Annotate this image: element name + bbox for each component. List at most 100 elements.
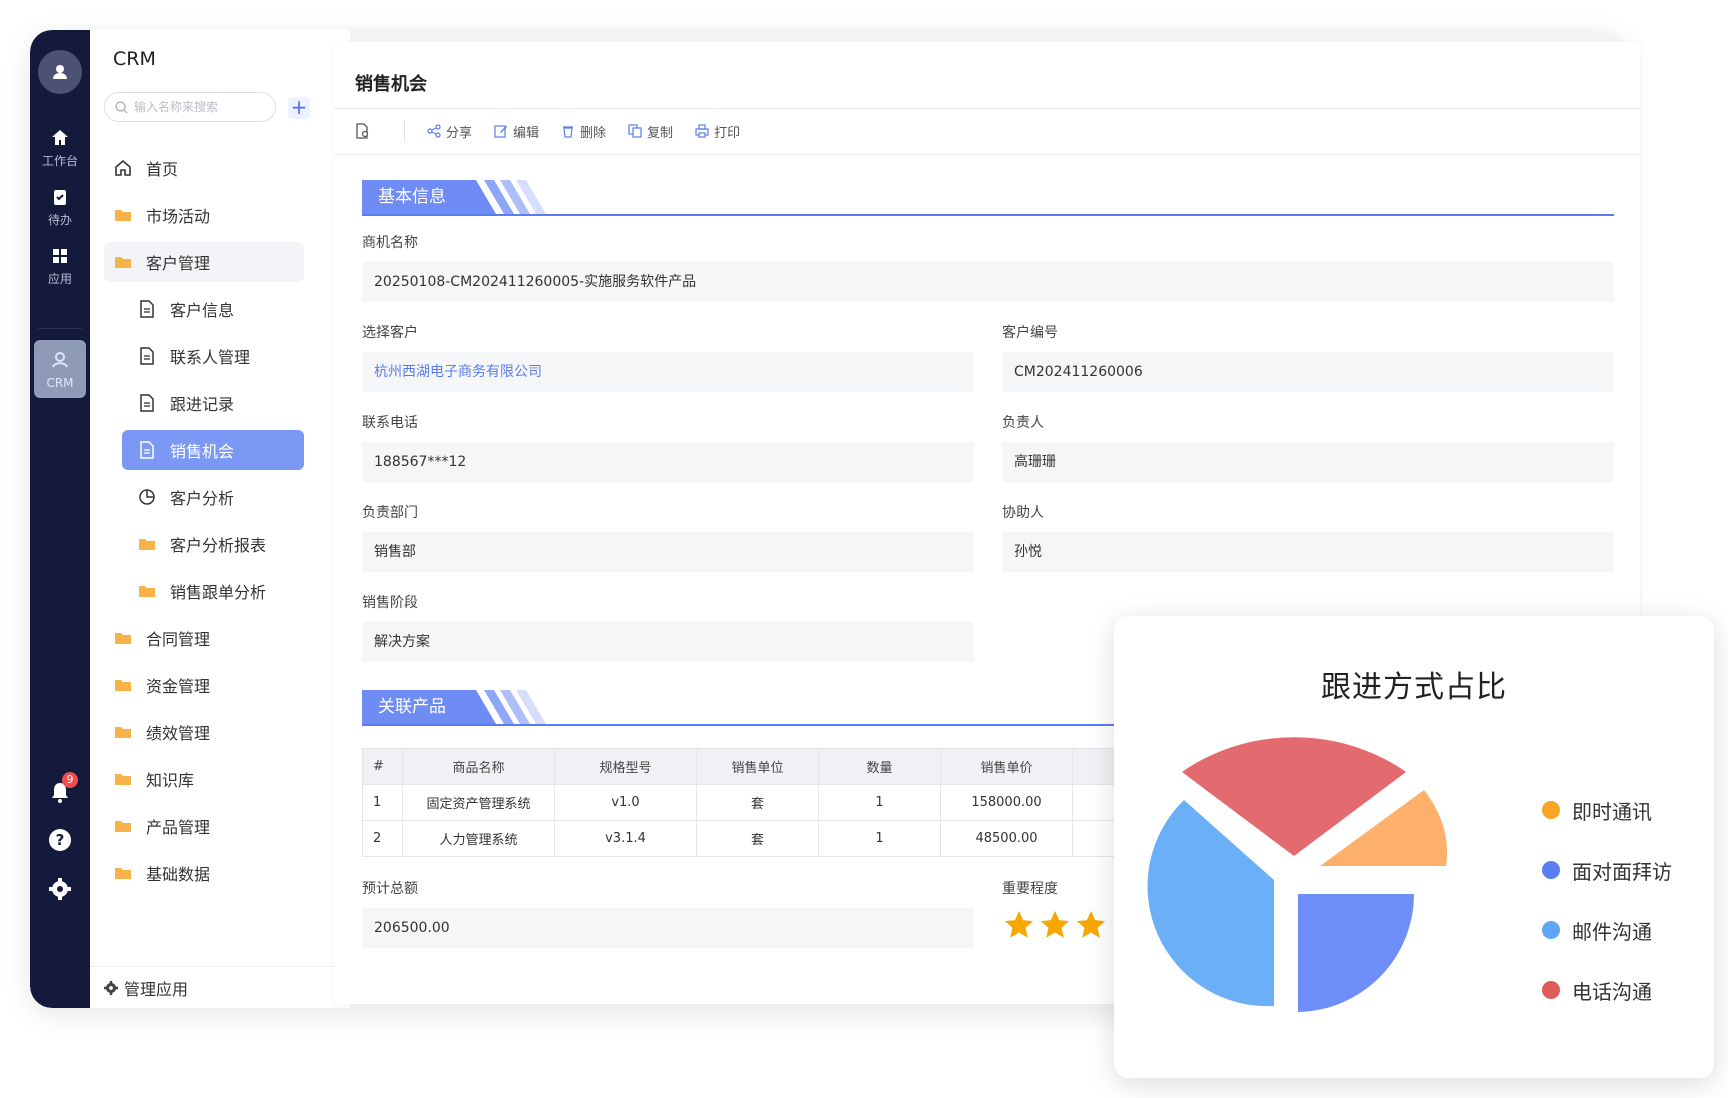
share-icon xyxy=(427,124,441,138)
rail-item-todo[interactable]: 待办 xyxy=(30,187,90,228)
sidebar-item-funds[interactable]: 资金管理 xyxy=(104,665,304,705)
field-phone[interactable]: 188567***12 xyxy=(362,442,974,482)
sidebar-item-contracts[interactable]: 合同管理 xyxy=(104,618,304,658)
sidebar-item-followups[interactable]: 跟进记录 xyxy=(122,383,304,423)
record-button[interactable] xyxy=(355,123,376,139)
legend-item: 面对面拜访 xyxy=(1542,840,1672,900)
sidebar-item-customer-mgmt[interactable]: 客户管理 xyxy=(104,242,304,282)
field-stage[interactable]: 解决方案 xyxy=(362,622,974,662)
table-cell: 2 xyxy=(362,820,403,857)
toolbar-divider-line xyxy=(334,154,1640,155)
gear-icon xyxy=(104,980,118,995)
sidebar-search[interactable] xyxy=(104,92,276,122)
user-avatar[interactable] xyxy=(38,50,82,94)
table-cell: 158000.00 xyxy=(940,784,1073,821)
products-table: # 商品名称 规格型号 销售单位 数量 销售单价 1 固定资产管理系统 v1.0… xyxy=(362,748,1133,857)
document-icon xyxy=(140,300,154,318)
importance-rating[interactable] xyxy=(1002,908,1110,942)
rail-item-crm[interactable]: CRM xyxy=(34,340,86,398)
sidebar-item-contacts[interactable]: 联系人管理 xyxy=(122,336,304,376)
legend-item: 电话沟通 xyxy=(1542,960,1672,1020)
toolbar: 分享 编辑 删除 复制 打印 xyxy=(355,118,762,144)
pie-chart-card: 跟进方式占比 即时通讯 面对面拜访 邮件沟通 电话沟通 xyxy=(1114,616,1714,1078)
field-assistant[interactable]: 孙悦 xyxy=(1002,532,1614,572)
apps-grid-icon xyxy=(53,249,67,263)
field-opportunity-name[interactable]: 20250108-CM202411260005-实施服务软件产品 xyxy=(362,262,1614,302)
primary-rail: 工作台 待办 应用 CRM 9 ? xyxy=(30,30,90,1008)
notification-badge: 9 xyxy=(62,772,78,788)
section-header-basic: 基本信息 xyxy=(362,180,1614,216)
folder-icon xyxy=(115,868,131,879)
section-underline xyxy=(362,214,1614,216)
label-importance: 重要程度 xyxy=(1002,881,1058,897)
folder-icon xyxy=(115,680,131,691)
edit-icon xyxy=(494,125,508,138)
table-cell: v3.1.4 xyxy=(554,820,697,857)
field-total[interactable]: 206500.00 xyxy=(362,908,974,948)
clipboard-check-icon xyxy=(54,190,66,205)
help-button[interactable]: ? xyxy=(30,828,90,852)
section-stripe-decoration xyxy=(462,690,546,724)
copy-button[interactable]: 复制 xyxy=(628,122,673,141)
folder-icon xyxy=(139,586,155,597)
sidebar-item-sales-tracking[interactable]: 销售跟单分析 xyxy=(122,571,304,611)
page-title: 销售机会 xyxy=(355,74,427,95)
field-customer-no[interactable]: CM202411260006 xyxy=(1002,352,1614,392)
field-department[interactable]: 销售部 xyxy=(362,532,974,572)
legend-dot xyxy=(1542,981,1560,999)
star-icon[interactable] xyxy=(1002,908,1036,942)
sidebar-item-home[interactable]: 首页 xyxy=(104,148,304,188)
star-icon[interactable] xyxy=(1038,908,1072,942)
sidebar-item-customer-info[interactable]: 客户信息 xyxy=(122,289,304,329)
column-header: 数量 xyxy=(818,748,941,785)
print-button[interactable]: 打印 xyxy=(695,122,740,141)
table-row[interactable]: 2 人力管理系统 v3.1.4 套 1 48500.00 xyxy=(362,820,1133,857)
search-input[interactable] xyxy=(134,100,264,114)
search-icon xyxy=(115,100,128,113)
table-row[interactable]: 1 固定资产管理系统 v1.0 套 1 158000.00 xyxy=(362,784,1133,821)
legend-dot xyxy=(1542,801,1560,819)
delete-button[interactable]: 删除 xyxy=(561,122,606,141)
notification-button[interactable]: 9 xyxy=(30,772,90,804)
sidebar-item-sales-opportunity[interactable]: 销售机会 xyxy=(122,430,304,470)
sidebar-item-marketing[interactable]: 市场活动 xyxy=(104,195,304,235)
sidebar-item-analysis-report[interactable]: 客户分析报表 xyxy=(122,524,304,564)
copy-icon xyxy=(628,124,642,138)
label-customer-no: 客户编号 xyxy=(1002,325,1058,341)
star-icon[interactable] xyxy=(1074,908,1108,942)
title-divider xyxy=(334,108,1640,109)
sidebar-item-performance[interactable]: 绩效管理 xyxy=(104,712,304,752)
edit-button[interactable]: 编辑 xyxy=(494,122,539,141)
table-cell: 1 xyxy=(818,820,941,857)
rail-item-workbench[interactable]: 工作台 xyxy=(30,128,90,169)
label-customer: 选择客户 xyxy=(362,325,418,341)
sidebar-item-base-data[interactable]: 基础数据 xyxy=(104,853,304,893)
pie-chart xyxy=(1147,737,1448,1012)
document-icon xyxy=(140,441,154,459)
svg-text:?: ? xyxy=(56,831,65,849)
add-button[interactable]: + xyxy=(288,97,310,119)
sidebar-item-products[interactable]: 产品管理 xyxy=(104,806,304,846)
sidebar-item-knowledge[interactable]: 知识库 xyxy=(104,759,304,799)
section-title-basic: 基本信息 xyxy=(362,180,462,214)
field-owner[interactable]: 高珊珊 xyxy=(1002,442,1614,482)
folder-icon xyxy=(115,774,131,785)
share-button[interactable]: 分享 xyxy=(427,122,472,141)
label-stage: 销售阶段 xyxy=(362,595,418,611)
label-phone: 联系电话 xyxy=(362,415,418,431)
rail-divider xyxy=(38,328,82,329)
toolbar-divider xyxy=(404,120,405,142)
manage-apps-button[interactable]: 管理应用 xyxy=(90,966,350,1008)
rail-item-apps[interactable]: 应用 xyxy=(30,246,90,287)
label-opportunity-name: 商机名称 xyxy=(362,235,418,251)
column-header: 规格型号 xyxy=(554,748,697,785)
section-stripe-decoration xyxy=(462,180,546,214)
settings-button[interactable] xyxy=(30,878,90,900)
column-header: 销售单位 xyxy=(696,748,819,785)
label-department: 负责部门 xyxy=(362,505,418,521)
sidebar-item-customer-analysis[interactable]: 客户分析 xyxy=(122,477,304,517)
label-total: 预计总额 xyxy=(362,881,418,897)
field-customer[interactable]: 杭州西湖电子商务有限公司 xyxy=(362,352,974,392)
table-cell: 48500.00 xyxy=(940,820,1073,857)
legend-dot xyxy=(1542,861,1560,879)
